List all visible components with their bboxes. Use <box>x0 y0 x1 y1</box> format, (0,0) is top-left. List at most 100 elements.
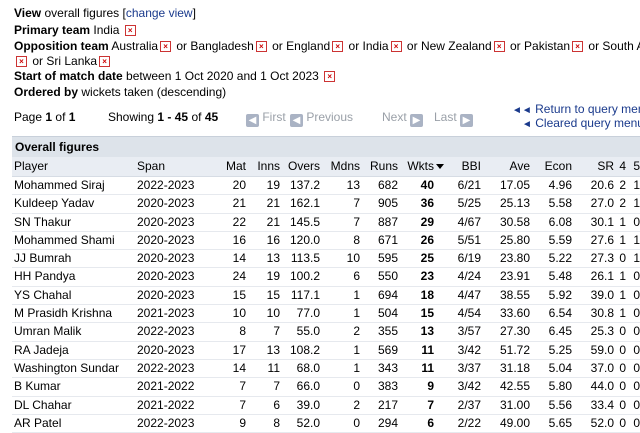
first-button[interactable]: ◀ First <box>246 110 286 127</box>
table-row: Mohammed Shami 2020-2023 16 16 120.0 8 671 26 5/… <box>12 231 640 251</box>
cell-best-bowling: 4/24 <box>457 269 481 284</box>
cell-five-wickets: 1 <box>633 178 640 192</box>
table-row: M Prasidh Krishna 2021-2023 10 10 77.0 1 504 15… <box>12 305 640 324</box>
remove-icon[interactable]: × <box>99 56 111 67</box>
cell-player[interactable]: JJ Bumrah <box>14 250 134 267</box>
column-header-four-wickets[interactable]: 4 <box>612 157 626 176</box>
cell-player[interactable]: Mohammed Siraj <box>14 177 134 194</box>
column-header-overs[interactable]: Overs <box>270 157 320 176</box>
primary-team-line: Primary team India × <box>14 22 138 38</box>
cell-best-bowling: 5/51 <box>457 232 481 247</box>
previous-button[interactable]: ◀ Previous <box>290 110 353 127</box>
cell-player[interactable]: RA Jadeja <box>14 342 134 359</box>
ordered-line: Ordered by wickets taken (descending) <box>14 84 226 100</box>
cell-overs: 55.0 <box>296 324 320 339</box>
cell-wickets: 15 <box>420 306 434 321</box>
cell-player[interactable]: HH Pandya <box>14 268 134 285</box>
opposition-label: Opposition team <box>14 39 109 53</box>
cell-overs: 39.0 <box>296 397 320 412</box>
cell-best-bowling: 3/42 <box>457 379 481 394</box>
cell-strike-rate: 30.8 <box>590 306 614 321</box>
change-view-link[interactable]: change view <box>126 6 193 20</box>
opposition-team: India <box>362 39 389 53</box>
cell-overs: 100.2 <box>289 269 320 284</box>
column-header-five-wickets[interactable]: 5 <box>626 157 640 176</box>
remove-icon[interactable]: × <box>493 41 505 52</box>
cell-four-wickets: 0 <box>619 397 626 412</box>
column-header-span[interactable]: Span <box>137 157 207 176</box>
cell-economy: 5.92 <box>548 287 572 302</box>
cell-strike-rate: 27.0 <box>590 196 614 211</box>
table-row: DL Chahar 2021-2022 7 6 39.0 2 217 7 2/37 31.00 5.… <box>12 397 640 415</box>
cell-runs: 355 <box>377 324 398 339</box>
cell-player[interactable]: B Kumar <box>14 378 134 395</box>
table-caption: Overall figures <box>12 136 640 157</box>
cell-economy: 6.08 <box>548 214 572 229</box>
cell-best-bowling: 2/37 <box>457 397 481 412</box>
cell-player[interactable]: DL Chahar <box>14 397 134 414</box>
cell-economy: 5.25 <box>548 342 572 357</box>
column-header-player[interactable]: Player <box>14 157 134 176</box>
cell-four-wickets: 0 <box>619 379 626 394</box>
cell-five-wickets: 0 <box>633 214 640 229</box>
last-button[interactable]: Last ▶ <box>434 110 474 127</box>
remove-icon[interactable]: × <box>160 41 172 52</box>
primary-team-label: Primary team <box>14 23 91 37</box>
table-row: Mohammed Siraj 2022-2023 20 19 137.2 13 682 40 6… <box>12 177 640 196</box>
cell-wickets: 36 <box>420 196 434 211</box>
cell-strike-rate: 26.1 <box>590 269 614 284</box>
cell-strike-rate: 27.6 <box>590 232 614 247</box>
back-arrow-icon: ◄ <box>522 119 532 130</box>
cell-span: 2020-2023 <box>137 251 195 266</box>
cell-runs: 682 <box>377 178 398 192</box>
showing-indicator: Showing 1 - 45 of 45 <box>108 110 219 124</box>
column-header-economy[interactable]: Econ <box>522 157 572 176</box>
cell-player[interactable]: Mohammed Shami <box>14 232 134 249</box>
cell-player[interactable]: Washington Sundar <box>14 360 134 377</box>
cell-wickets: 25 <box>420 251 434 266</box>
cell-economy: 5.04 <box>548 360 572 375</box>
cell-wickets: 9 <box>427 379 434 394</box>
column-header-wickets[interactable]: Wkts <box>396 157 434 176</box>
cell-five-wickets: 0 <box>633 287 640 302</box>
cell-wickets: 18 <box>420 287 434 302</box>
remove-icon[interactable]: × <box>16 56 27 67</box>
next-button[interactable]: Next ▶ <box>382 110 424 127</box>
view-label: View <box>14 6 42 20</box>
cell-player[interactable]: YS Chahal <box>14 287 134 304</box>
cell-four-wickets: 0 <box>619 360 626 375</box>
previous-page-icon: ◀ <box>290 114 303 127</box>
column-header-strike-rate[interactable]: SR <box>574 157 614 176</box>
last-page-icon: ▶ <box>460 114 474 127</box>
cell-player[interactable]: Kuldeep Yadav <box>14 195 134 212</box>
cell-player[interactable]: Umran Malik <box>14 323 134 340</box>
remove-icon[interactable]: × <box>390 41 402 52</box>
cell-best-bowling: 4/47 <box>457 287 481 302</box>
remove-icon[interactable]: × <box>124 25 136 36</box>
column-header-best-bowling[interactable]: BBI <box>436 157 481 176</box>
column-header-runs[interactable]: Runs <box>350 157 398 176</box>
return-to-query-link[interactable]: ◄◄ Return to query menu <box>512 103 640 117</box>
or-word: or <box>272 39 283 53</box>
cell-wickets: 11 <box>421 360 434 375</box>
cell-economy: 4.96 <box>548 178 572 192</box>
remove-icon[interactable]: × <box>572 41 584 52</box>
remove-icon[interactable]: × <box>324 71 336 82</box>
remove-icon[interactable]: × <box>255 41 267 52</box>
remove-icon[interactable]: × <box>332 41 344 52</box>
cell-player[interactable]: M Prasidh Krishna <box>14 305 134 322</box>
query-links: ◄◄ Return to query menu ◄ Cleared query … <box>512 103 640 131</box>
cleared-query-link[interactable]: ◄ Cleared query menu <box>512 117 640 131</box>
opposition-team: England <box>286 39 331 53</box>
cell-runs: 887 <box>377 214 398 229</box>
cell-economy: 5.65 <box>548 415 572 430</box>
cell-wickets: 6 <box>427 415 434 430</box>
cell-strike-rate: 30.1 <box>590 214 614 229</box>
cell-player[interactable]: AR Patel <box>14 415 134 432</box>
primary-team-value: India <box>93 23 120 37</box>
cell-player[interactable]: SN Thakur <box>14 214 134 231</box>
cell-economy: 5.22 <box>548 251 572 266</box>
cell-strike-rate: 59.0 <box>590 342 614 357</box>
table-row: RA Jadeja 2020-2023 17 13 108.2 1 569 11 3/42 51.… <box>12 341 640 360</box>
cell-best-bowling: 5/25 <box>457 196 481 211</box>
